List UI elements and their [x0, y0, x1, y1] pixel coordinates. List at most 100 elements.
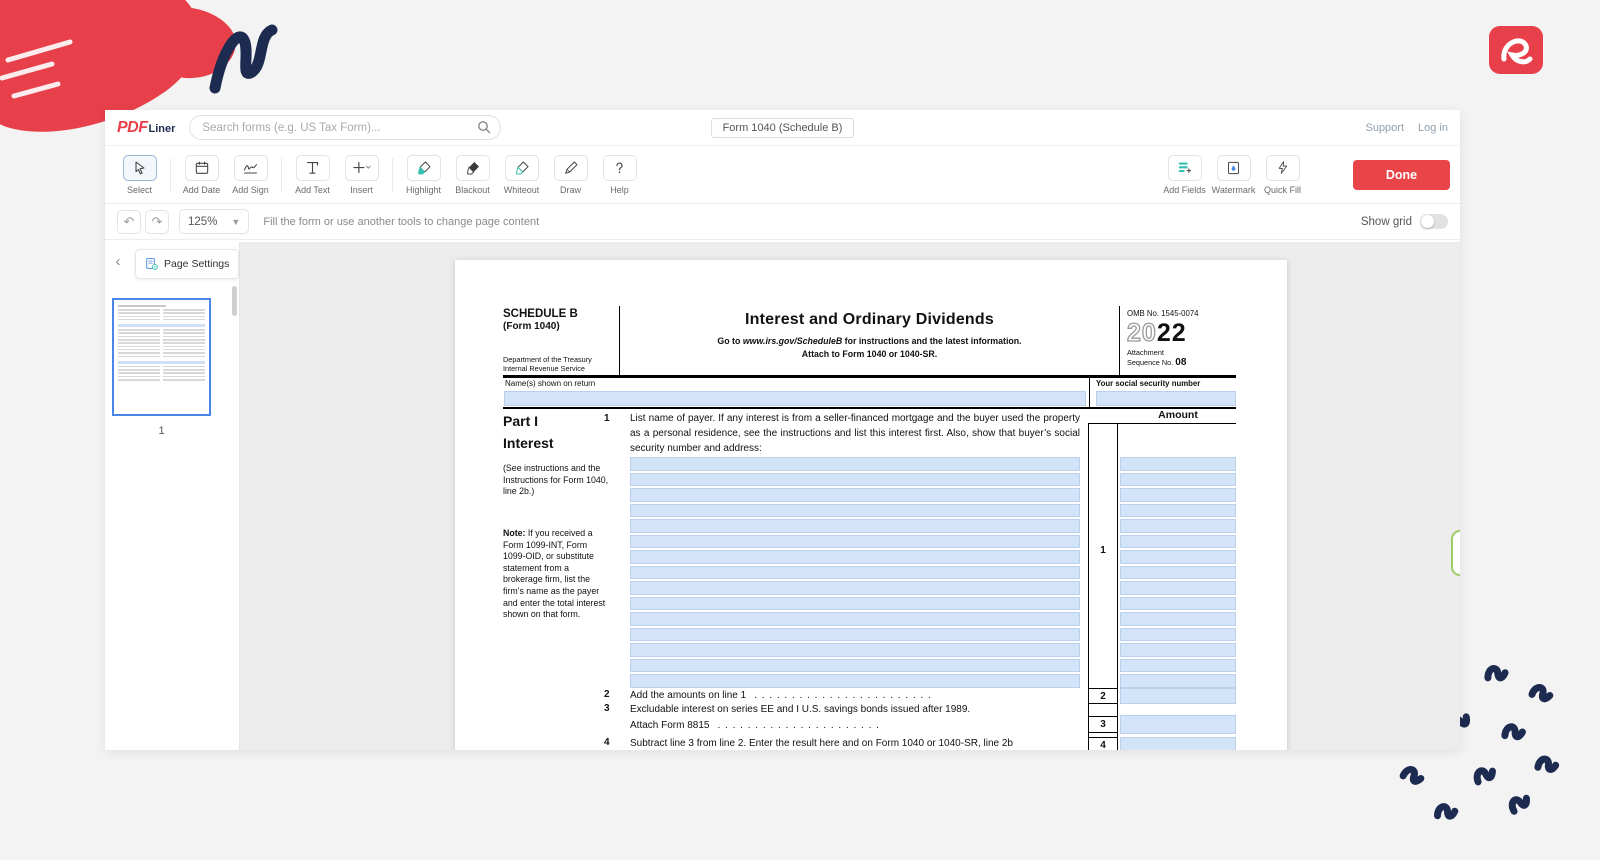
fields-panel-handle[interactable] [1451, 530, 1460, 576]
note-text: If you received a Form 1099-INT, Form 10… [503, 528, 605, 619]
line4-amount-field[interactable] [1120, 737, 1236, 750]
page-settings-button[interactable]: Page Settings [135, 249, 239, 279]
done-button[interactable]: Done [1353, 160, 1450, 190]
amount-field[interactable] [1120, 504, 1236, 518]
toolbar-divider [392, 158, 393, 192]
names-input-field[interactable] [504, 391, 1086, 406]
quick-fill-button[interactable]: Quick Fill [1258, 155, 1307, 195]
search-input[interactable] [189, 115, 501, 140]
whiteout-icon [514, 160, 530, 176]
watermark-icon [1226, 160, 1241, 176]
amount-field[interactable] [1120, 457, 1236, 471]
add-text-tool-button[interactable]: Add Text [288, 155, 337, 195]
tool-label: Help [610, 185, 629, 195]
attachment-sequence: Attachment Sequence No. 08 [1127, 348, 1236, 370]
undo-button[interactable]: ↶ [117, 210, 141, 234]
add-date-tool-button[interactable]: Add Date [177, 155, 226, 195]
amount-rows-group [1120, 457, 1236, 690]
payer-name-field[interactable] [630, 535, 1080, 549]
pdfliner-logo[interactable]: PDF Liner [117, 119, 175, 137]
line3-amount-field[interactable] [1120, 715, 1236, 734]
form-goto-line: Go to www.irs.gov/ScheduleB for instruct… [620, 336, 1119, 346]
login-link[interactable]: Log in [1418, 122, 1448, 134]
zoom-value: 125% [188, 216, 217, 228]
line2-amount-field[interactable] [1120, 688, 1236, 704]
blackout-tool-button[interactable]: Blackout [448, 155, 497, 195]
amount-field[interactable] [1120, 659, 1236, 673]
chevron-down-icon: ▼ [231, 217, 240, 227]
amount-field[interactable] [1120, 519, 1236, 533]
amount-field[interactable] [1120, 581, 1236, 595]
line3-attach-label: Attach Form 8815 [630, 719, 709, 732]
tool-label: Quick Fill [1264, 185, 1301, 195]
blackout-icon [465, 160, 481, 176]
search-icon[interactable] [477, 120, 491, 134]
amount-field[interactable] [1120, 597, 1236, 611]
line4-box: 4 [1088, 737, 1118, 750]
highlight-tool-button[interactable]: Highlight [399, 155, 448, 195]
add-fields-button[interactable]: Add Fields [1160, 155, 1209, 195]
form-header-right: OMB No. 1545-0074 2022 Attachment Sequen… [1120, 306, 1236, 375]
names-section: Name(s) shown on return [503, 378, 1090, 407]
toolbar-hint-text: Fill the form or use another tools to ch… [263, 216, 539, 228]
payer-name-field[interactable] [630, 597, 1080, 611]
payer-name-field[interactable] [630, 674, 1080, 688]
payer-rows-group [630, 457, 1080, 690]
select-tool-button[interactable]: Select [115, 155, 164, 195]
current-form-chip[interactable]: Form 1040 (Schedule B) [711, 118, 855, 138]
redo-button[interactable]: ↷ [145, 210, 169, 234]
amount-field[interactable] [1120, 674, 1236, 688]
app-body: ‹ Page Settings 1 [105, 242, 1460, 750]
payer-name-field[interactable] [630, 504, 1080, 518]
line4-number: 4 [604, 737, 622, 748]
payer-name-field[interactable] [630, 550, 1080, 564]
line2-text: Add the amounts on line 1 . . . . . . . … [630, 689, 1080, 702]
show-grid-toggle[interactable] [1420, 214, 1448, 229]
sidebar-scrollbar[interactable] [232, 286, 237, 316]
insert-tool-button[interactable]: Insert [337, 155, 386, 195]
amount-field[interactable] [1120, 535, 1236, 549]
zoom-select[interactable]: 125% ▼ [179, 209, 249, 234]
signature-icon [242, 160, 259, 176]
payer-name-field[interactable] [630, 519, 1080, 533]
help-tool-button[interactable]: Help [595, 155, 644, 195]
collapse-sidebar-button[interactable]: ‹ [109, 252, 127, 270]
pages-sidebar: ‹ Page Settings 1 [105, 242, 240, 750]
tool-label: Highlight [406, 185, 441, 195]
amount-field[interactable] [1120, 643, 1236, 657]
irs-label: Internal Revenue Service [503, 364, 617, 373]
payer-name-field[interactable] [630, 581, 1080, 595]
draw-tool-button[interactable]: Draw [546, 155, 595, 195]
amount-field[interactable] [1120, 612, 1236, 626]
payer-name-field[interactable] [630, 488, 1080, 502]
add-sign-tool-button[interactable]: Add Sign [226, 155, 275, 195]
payer-name-field[interactable] [630, 473, 1080, 487]
amount-field[interactable] [1120, 488, 1236, 502]
part1-note-instructions: (See instructions and the Instructions f… [503, 463, 611, 498]
amount-field[interactable] [1120, 550, 1236, 564]
names-label: Name(s) shown on return [503, 378, 1089, 388]
support-link[interactable]: Support [1365, 122, 1404, 134]
payer-name-field[interactable] [630, 628, 1080, 642]
page-thumbnail[interactable] [112, 298, 211, 416]
attachment-label: Attachment [1127, 348, 1236, 357]
ssn-input-field[interactable] [1096, 391, 1236, 406]
part1-label: Part I [503, 413, 538, 429]
payer-name-field[interactable] [630, 612, 1080, 626]
whiteout-tool-button[interactable]: Whiteout [497, 155, 546, 195]
tool-label: Whiteout [504, 185, 540, 195]
watermark-button[interactable]: Watermark [1209, 155, 1258, 195]
line3-text: Excludable interest on series EE and I U… [630, 703, 1080, 716]
form-number-label: (Form 1040) [503, 321, 617, 332]
payer-name-field[interactable] [630, 457, 1080, 471]
header-links: Support Log in [1365, 122, 1448, 134]
amount-field[interactable] [1120, 566, 1236, 580]
form-year: 2022 [1127, 321, 1236, 346]
amount-field[interactable] [1120, 473, 1236, 487]
line2-label: Add the amounts on line 1 [630, 689, 746, 702]
payer-name-field[interactable] [630, 643, 1080, 657]
payer-name-field[interactable] [630, 659, 1080, 673]
line3-dot-leader: . . . . . . . . . . . . . . . . . . . . … [717, 719, 1080, 732]
amount-field[interactable] [1120, 628, 1236, 642]
payer-name-field[interactable] [630, 566, 1080, 580]
